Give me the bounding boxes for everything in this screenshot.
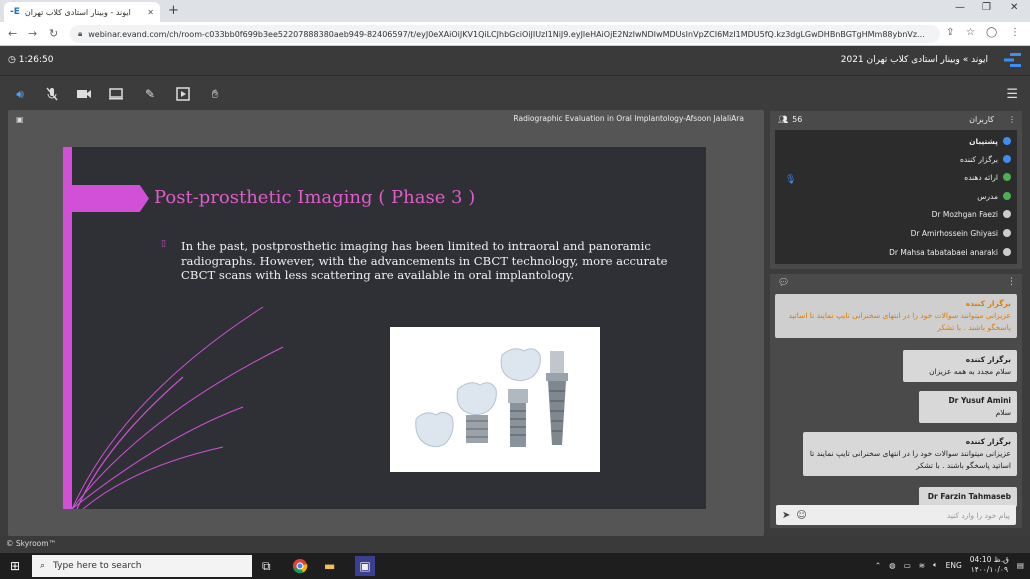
send-icon[interactable]: ➤ bbox=[782, 510, 790, 521]
user-role-icon bbox=[1003, 173, 1011, 181]
browser-menu-icon[interactable]: ⋮ bbox=[1010, 27, 1020, 38]
slide-heading: Post-prosthetic Imaging ( Phase 3 ) bbox=[154, 187, 476, 208]
chat-message: برگزار کننده سلام مجدد به همه عزیزان bbox=[903, 350, 1017, 382]
list-item[interactable]: Dr Amirhossein Ghiyasi bbox=[911, 224, 1011, 242]
app-footer: © Skyroom™ bbox=[0, 536, 1030, 553]
list-item[interactable]: ارائه دهنده bbox=[964, 168, 1011, 186]
user-icon bbox=[1003, 248, 1011, 256]
wifi-icon[interactable]: ≋ bbox=[919, 561, 925, 570]
chat-input-placeholder: پیام خود را وارد کنید bbox=[946, 510, 1010, 520]
chat-message: Dr Farzin Tahmaseb bbox=[919, 487, 1017, 507]
tray-app-icon[interactable]: ◍ bbox=[889, 561, 896, 570]
profile-icon[interactable]: ◯ bbox=[986, 27, 997, 38]
minimize-icon[interactable]: — bbox=[955, 2, 965, 13]
evand-favicon-icon: -E bbox=[10, 7, 20, 17]
share-icon[interactable]: ⇪ bbox=[946, 27, 954, 38]
media-player-icon[interactable] bbox=[175, 86, 191, 102]
evand-logo-icon bbox=[1004, 53, 1021, 67]
emoji-icon[interactable]: ☺ bbox=[796, 510, 806, 521]
speaker-icon[interactable]: 🔊︎ bbox=[12, 86, 28, 102]
list-item[interactable]: Dr Mozhgan Faezi bbox=[932, 205, 1011, 223]
hamburger-menu-icon[interactable]: ☰ bbox=[1006, 87, 1018, 102]
app-icon[interactable]: ▣ bbox=[355, 556, 375, 576]
users-panel: 👥︎ 56 کاربران ⋮ 🎙︎ پشتیبان برگزار کننده … bbox=[770, 111, 1022, 269]
task-view-icon[interactable]: ⧉ bbox=[262, 559, 271, 574]
user-role-icon bbox=[1003, 155, 1011, 163]
search-icon: ⌕ bbox=[40, 561, 46, 571]
list-item[interactable]: مدرس bbox=[977, 187, 1011, 205]
microphone-active-icon: 🎙︎ bbox=[785, 175, 797, 185]
taskbar-clock[interactable]: 04:10 ق.ظ ۱۴۰۰/۱۰/۰۹ bbox=[970, 555, 1009, 575]
user-list: 🎙︎ پشتیبان برگزار کننده ارائه دهنده مدرس… bbox=[775, 130, 1017, 264]
presentation-title: Radiographic Evaluation in Oral Implanto… bbox=[513, 114, 744, 123]
chat-menu-icon[interactable]: ⋮ bbox=[1007, 277, 1016, 287]
tab-title: ایوند - وبینار استادی کلاب تهران bbox=[24, 7, 131, 17]
app-header: ◷ 1:26:50 ایوند » وبینار استادی کلاب تهر… bbox=[0, 46, 1030, 76]
raise-hand-icon[interactable]: ✋︎ bbox=[207, 86, 223, 102]
list-item[interactable]: پشتیبان bbox=[969, 132, 1011, 150]
mic-muted-icon[interactable] bbox=[44, 86, 60, 102]
reload-icon[interactable]: ↻ bbox=[49, 27, 58, 40]
fullscreen-icon[interactable]: ▣ bbox=[16, 115, 24, 124]
close-window-icon[interactable]: ✕ bbox=[1010, 2, 1018, 13]
lock-icon: 🔒︎ bbox=[78, 29, 83, 38]
file-explorer-icon[interactable]: ▬ bbox=[324, 559, 335, 573]
users-menu-icon[interactable]: ⋮ bbox=[1008, 115, 1016, 124]
user-icon bbox=[1003, 229, 1011, 237]
user-count: 56 bbox=[792, 115, 803, 124]
windows-taskbar: ⊞ ⌕ Type here to search ⧉ ▬ ▣ ⌃ ◍ ▭ ≋ 🔈︎… bbox=[0, 553, 1030, 579]
notifications-icon[interactable]: ▤ bbox=[1017, 561, 1024, 570]
users-icon: 👥︎ bbox=[778, 115, 789, 124]
presentation-stage: ▣ Radiographic Evaluation in Oral Implan… bbox=[8, 110, 764, 536]
chat-icon: 💬︎ bbox=[778, 278, 790, 288]
slide-body: In the past, postprosthetic imaging has … bbox=[181, 239, 668, 282]
browser-tab-bar: -E ایوند - وبینار استادی کلاب تهران ✕ + … bbox=[0, 0, 1030, 22]
camera-icon[interactable] bbox=[76, 86, 92, 102]
media-toolbar: 🔊︎ ✎ ✋︎ ☰ bbox=[0, 80, 1030, 108]
user-role-icon bbox=[1003, 192, 1011, 200]
users-heading: کاربران bbox=[969, 115, 994, 124]
users-panel-header: 👥︎ 56 کاربران ⋮ bbox=[770, 111, 1022, 128]
clock-icon: ◷ bbox=[8, 55, 16, 65]
address-bar-row: ← → ↻ 🔒︎ webinar.evand.com/ch/room-c033b… bbox=[0, 22, 1030, 46]
tray-chevron-icon[interactable]: ⌃ bbox=[875, 561, 881, 570]
chat-panel: 💬︎ ⋮ برگزار کننده عزیزانی میتوانند سوالا… bbox=[770, 274, 1022, 528]
whiteboard-pen-icon[interactable]: ✎ bbox=[142, 86, 158, 102]
slide: Post-prosthetic Imaging ( Phase 3 ) ▯ In… bbox=[63, 147, 706, 509]
url-text: webinar.evand.com/ch/room-c033bb0f699b3e… bbox=[88, 29, 925, 39]
volume-icon[interactable]: 🔈︎ bbox=[933, 560, 938, 570]
chat-message: برگزار کننده عزیزانی میتوانند سوالات خود… bbox=[775, 294, 1017, 338]
bullet-icon: ▯ bbox=[161, 239, 166, 249]
list-item[interactable]: برگزار کننده bbox=[960, 150, 1011, 168]
new-tab-button[interactable]: + bbox=[168, 3, 179, 18]
taskbar-search-input[interactable]: ⌕ Type here to search bbox=[32, 555, 252, 577]
system-tray: ⌃ ◍ ▭ ≋ 🔈︎ ENG 04:10 ق.ظ ۱۴۰۰/۱۰/۰۹ ▤ bbox=[875, 555, 1024, 575]
slide-title-arrow bbox=[72, 185, 149, 212]
user-icon bbox=[1003, 210, 1011, 218]
session-timer: ◷ 1:26:50 bbox=[8, 55, 54, 65]
maximize-icon[interactable]: ❐ bbox=[982, 2, 991, 13]
chat-message: برگزار کننده عزیزانی میتوانند سوالات خود… bbox=[803, 432, 1017, 476]
close-tab-icon[interactable]: ✕ bbox=[147, 8, 154, 17]
browser-tab[interactable]: -E ایوند - وبینار استادی کلاب تهران ✕ bbox=[4, 2, 160, 22]
back-icon[interactable]: ← bbox=[8, 27, 17, 40]
forward-icon[interactable]: → bbox=[28, 27, 37, 40]
windows-start-icon[interactable]: ⊞ bbox=[10, 559, 20, 573]
chat-input[interactable]: ➤ ☺ پیام خود را وارد کنید bbox=[776, 505, 1016, 525]
url-input[interactable]: 🔒︎ webinar.evand.com/ch/room-c033bb0f699… bbox=[70, 25, 940, 43]
chat-message: Dr Yusuf Amini سلام bbox=[919, 391, 1017, 423]
chrome-icon[interactable] bbox=[292, 558, 308, 574]
room-title: ایوند » وبینار استادی کلاب تهران 2021 bbox=[840, 55, 988, 65]
battery-icon[interactable]: ▭ bbox=[904, 561, 911, 570]
list-item[interactable]: Dr Mahsa tabatabaei anaraki bbox=[889, 243, 1011, 261]
slide-accent-bar bbox=[63, 147, 72, 509]
dental-implant-image bbox=[390, 327, 600, 472]
input-language[interactable]: ENG bbox=[946, 561, 962, 570]
skyroom-brand: © Skyroom™ bbox=[6, 539, 57, 548]
user-role-icon bbox=[1003, 137, 1011, 145]
screen-share-icon[interactable] bbox=[108, 86, 124, 102]
bookmark-star-icon[interactable]: ☆ bbox=[966, 27, 975, 38]
